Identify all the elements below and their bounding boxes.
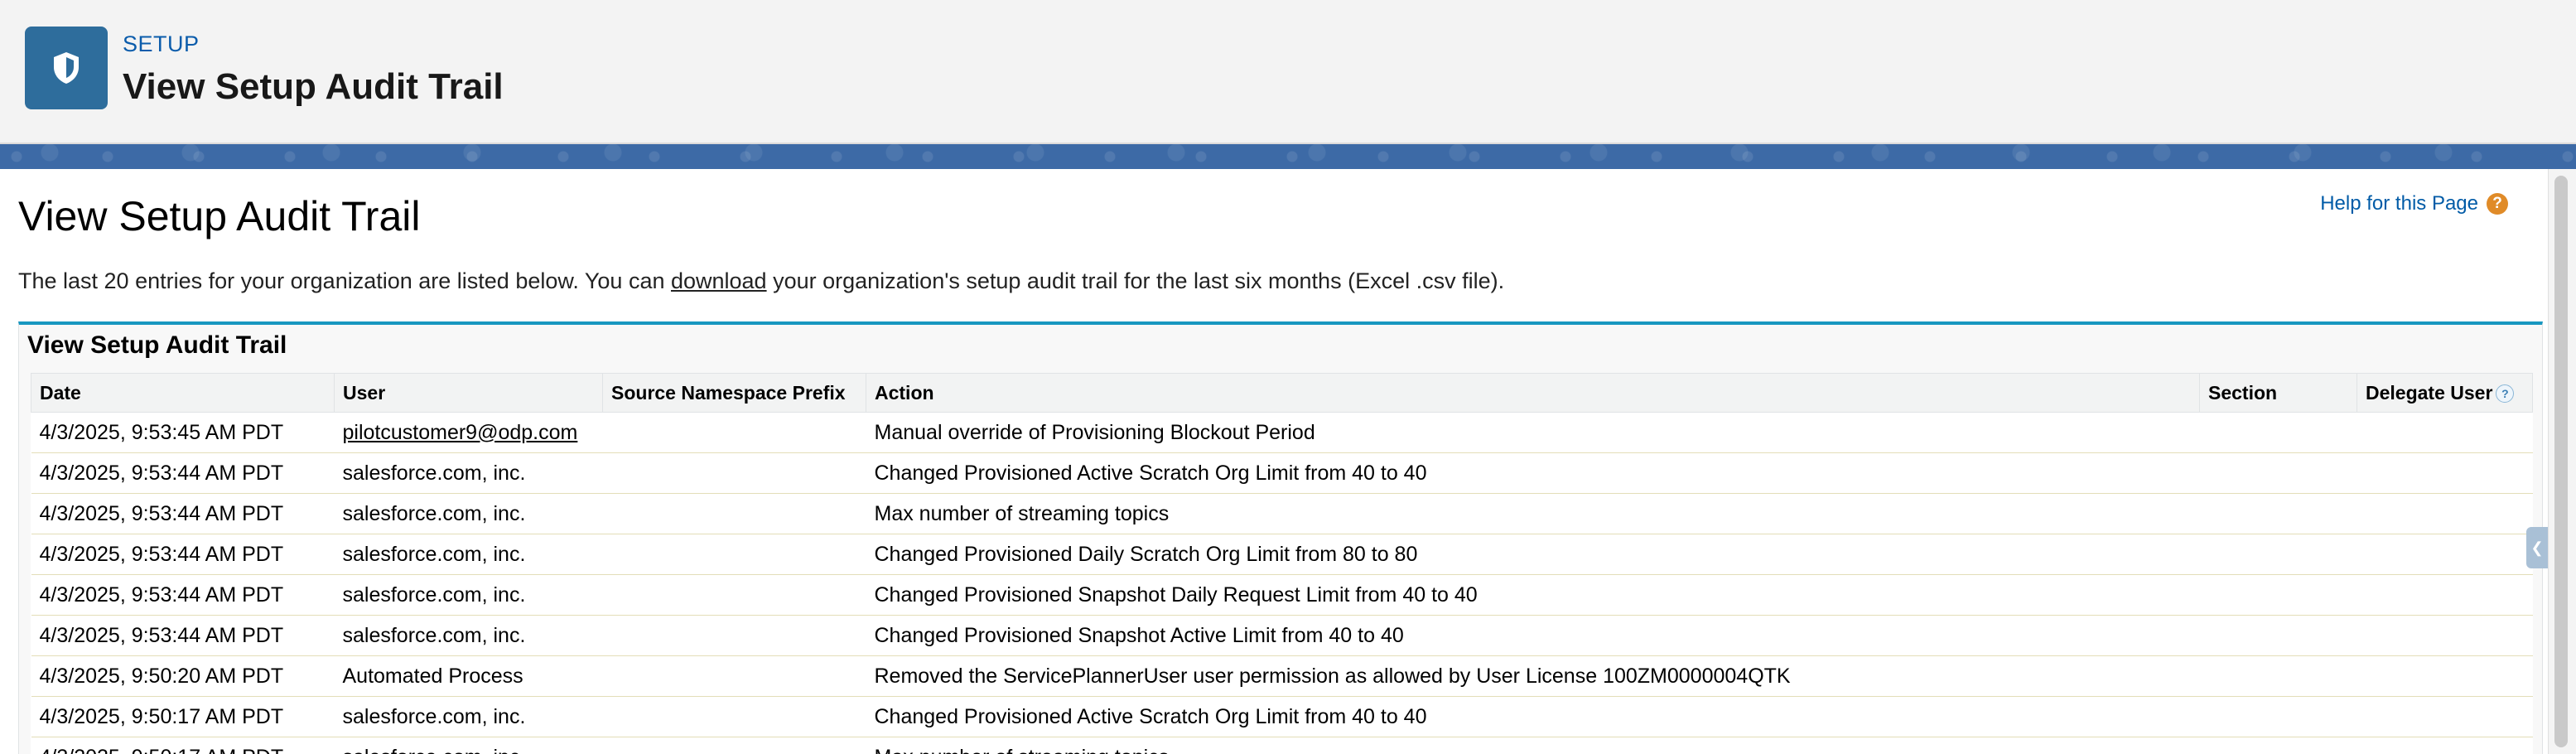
cell-action: Changed Provisioned Snapshot Active Limi… <box>866 615 2200 656</box>
decorative-band <box>0 144 2576 169</box>
column-header-date: Date <box>31 373 335 413</box>
user-link[interactable]: pilotcustomer9@odp.com <box>343 421 578 444</box>
cell-source-namespace-prefix <box>602 574 866 616</box>
cell-delegate-user <box>2357 412 2533 453</box>
cell-section <box>2199 534 2357 575</box>
cell-action: Max number of streaming topics <box>866 737 2200 754</box>
scrollbar-thumb[interactable] <box>2554 176 2568 747</box>
cell-action: Changed Provisioned Snapshot Daily Reque… <box>866 574 2200 616</box>
cell-date: 4/3/2025, 9:50:20 AM PDT <box>31 655 335 697</box>
delegate-user-label: Delegate User <box>2366 381 2493 404</box>
cell-section <box>2199 452 2357 494</box>
cell-date: 4/3/2025, 9:53:44 AM PDT <box>31 452 335 494</box>
main-content: View Setup Audit Trail Help for this Pag… <box>0 169 2548 754</box>
intro-after: your organization's setup audit trail fo… <box>766 268 1505 293</box>
cell-section <box>2199 737 2357 754</box>
cell-user: salesforce.com, inc. <box>334 452 603 494</box>
table-row: 4/3/2025, 9:53:44 AM PDT salesforce.com, … <box>31 534 2533 575</box>
cell-delegate-user <box>2357 615 2533 656</box>
cell-section <box>2199 574 2357 616</box>
cell-action: Changed Provisioned Active Scratch Org L… <box>866 452 2200 494</box>
collapse-tab-chevron-left-icon[interactable]: ❮ <box>2526 527 2548 568</box>
column-header-section: Section <box>2199 373 2357 413</box>
cell-date: 4/3/2025, 9:53:45 AM PDT <box>31 412 335 453</box>
cell-delegate-user <box>2357 655 2533 697</box>
cell-delegate-user <box>2357 534 2533 575</box>
cell-delegate-user <box>2357 737 2533 754</box>
cell-section <box>2199 696 2357 737</box>
audit-table: Date User Source Namespace Prefix Action… <box>31 373 2533 754</box>
cell-source-namespace-prefix <box>602 534 866 575</box>
page-title: View Setup Audit Trail <box>18 193 421 239</box>
cell-user: salesforce.com, inc. <box>334 493 603 534</box>
audit-block-title: View Setup Audit Trail <box>27 331 287 359</box>
cell-action: Changed Provisioned Daily Scratch Org Li… <box>866 534 2200 575</box>
cell-user: salesforce.com, inc. <box>334 534 603 575</box>
cell-section <box>2199 655 2357 697</box>
cell-action: Changed Provisioned Active Scratch Org L… <box>866 696 2200 737</box>
info-icon[interactable]: ? <box>2496 384 2515 404</box>
column-header-user: User <box>334 373 603 413</box>
cell-action: Max number of streaming topics <box>866 493 2200 534</box>
intro-text: The last 20 entries for your organizatio… <box>18 268 1504 294</box>
table-row: 4/3/2025, 9:53:44 AM PDT salesforce.com, … <box>31 493 2533 534</box>
cell-delegate-user <box>2357 574 2533 616</box>
cell-user: salesforce.com, inc. <box>334 696 603 737</box>
audit-header-row: Date User Source Namespace Prefix Action… <box>31 373 2533 413</box>
cell-section <box>2199 493 2357 534</box>
help-link-label: Help for this Page <box>2320 192 2478 215</box>
column-header-action: Action <box>866 373 2200 413</box>
help-link[interactable]: Help for this Page ? <box>2320 192 2508 215</box>
setup-kicker: SETUP <box>123 31 200 56</box>
table-row: 4/3/2025, 9:53:44 AM PDT salesforce.com, … <box>31 452 2533 494</box>
cell-user: salesforce.com, inc. <box>334 737 603 754</box>
cell-user: pilotcustomer9@odp.com <box>334 412 603 453</box>
cell-section <box>2199 615 2357 656</box>
cell-date: 4/3/2025, 9:53:44 AM PDT <box>31 574 335 616</box>
question-icon: ? <box>2487 193 2508 215</box>
cell-user: salesforce.com, inc. <box>334 574 603 616</box>
cell-source-namespace-prefix <box>602 737 866 754</box>
cell-source-namespace-prefix <box>602 493 866 534</box>
cell-action: Removed the ServicePlannerUser user perm… <box>866 655 2200 697</box>
column-header-delegate-user: Delegate User? <box>2357 373 2533 413</box>
cell-date: 4/3/2025, 9:50:17 AM PDT <box>31 696 335 737</box>
cell-user: Automated Process <box>334 655 603 697</box>
shield-icon <box>25 27 108 109</box>
cell-action: Manual override of Provisioning Blockout… <box>866 412 2200 453</box>
cell-delegate-user <box>2357 493 2533 534</box>
cell-source-namespace-prefix <box>602 655 866 697</box>
table-row: 4/3/2025, 9:50:20 AM PDT Automated Proces… <box>31 655 2533 697</box>
download-link[interactable]: download <box>671 268 767 293</box>
table-row: 4/3/2025, 9:50:17 AM PDTsalesforce.com, … <box>31 696 2533 737</box>
cell-user: salesforce.com, inc. <box>334 615 603 656</box>
setup-title: View Setup Audit Trail <box>123 66 504 107</box>
audit-block: View Setup Audit Trail Date User Source … <box>18 321 2543 754</box>
cell-section <box>2199 412 2357 453</box>
table-row: 4/3/2025, 9:53:44 AM PDT salesforce.com, … <box>31 615 2533 656</box>
cell-source-namespace-prefix <box>602 696 866 737</box>
cell-date: 4/3/2025, 9:50:17 AM PDT <box>31 737 335 754</box>
cell-date: 4/3/2025, 9:53:44 AM PDT <box>31 534 335 575</box>
cell-delegate-user <box>2357 696 2533 737</box>
cell-date: 4/3/2025, 9:53:44 AM PDT <box>31 493 335 534</box>
table-row: 4/3/2025, 9:53:44 AM PDT salesforce.com, … <box>31 574 2533 616</box>
cell-delegate-user <box>2357 452 2533 494</box>
audit-table-body: 4/3/2025, 9:53:45 AM PDT pilotcustomer9@o… <box>31 412 2533 754</box>
cell-source-namespace-prefix <box>602 615 866 656</box>
column-header-source-namespace-prefix: Source Namespace Prefix <box>602 373 866 413</box>
table-row: 4/3/2025, 9:53:45 AM PDT pilotcustomer9@o… <box>31 412 2533 453</box>
cell-source-namespace-prefix <box>602 412 866 453</box>
cell-date: 4/3/2025, 9:53:44 AM PDT <box>31 615 335 656</box>
table-row: 4/3/2025, 9:50:17 AM PDTsalesforce.com, … <box>31 737 2533 754</box>
intro-before: The last 20 entries for your organizatio… <box>18 268 671 293</box>
setup-header: SETUP View Setup Audit Trail <box>0 0 2576 144</box>
cell-source-namespace-prefix <box>602 452 866 494</box>
